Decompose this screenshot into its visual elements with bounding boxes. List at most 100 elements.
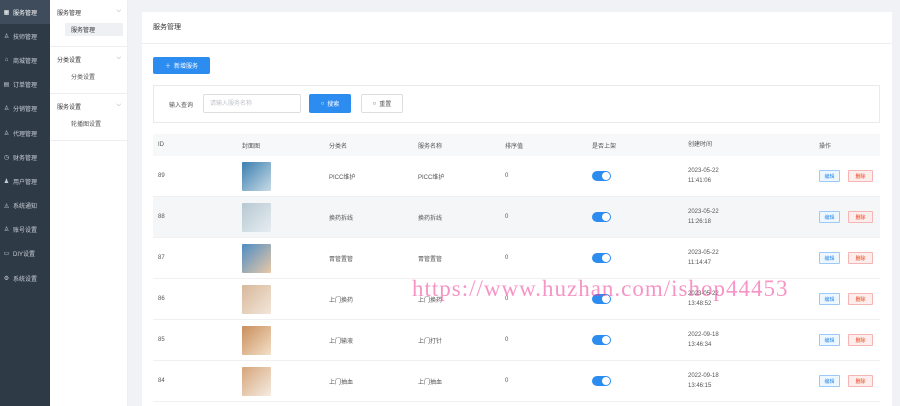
cell-cover (242, 243, 329, 273)
created-date: 2022-09-18 (688, 332, 719, 338)
cell-actions: 编辑 删除 (819, 211, 880, 223)
sidebar-item-9[interactable]: ♙ 账号设置 (0, 218, 50, 242)
sidebar-item-3[interactable]: ▤ 订单管理 (0, 73, 50, 97)
created-date: 2023-05-22 (688, 291, 719, 297)
refresh-icon: ○ (372, 100, 377, 107)
cell-on-shelf (592, 253, 688, 263)
search-button[interactable]: ○ 搜索 (309, 94, 351, 113)
submenu-group-settings: 服务设置 ⌵ 轮播图设置 (50, 94, 127, 141)
cell-created: 2023-05-22 13:48:52 (688, 289, 819, 309)
chevron-down-icon: ⌵ (116, 8, 121, 14)
edit-button[interactable]: 编辑 (819, 211, 840, 223)
cell-actions: 编辑 删除 (819, 293, 880, 305)
edit-button[interactable]: 编辑 (819, 170, 840, 182)
table-row: 86 上门换药 上门换药 0 2023-05-22 13:48:52 编辑 删除 (153, 279, 880, 320)
content-panel: ＋ 新增服务 输入查询 ○ 搜索 ○ 重置 ID 封面图 分类名 服务名称 排序… (142, 44, 892, 406)
cell-id: 87 (158, 255, 165, 261)
cell-category: 胃管置管 (329, 256, 354, 263)
cell-sort: 0 (505, 296, 509, 302)
cell-service-name: 上门抽血 (418, 379, 443, 386)
cell-category: PICC维护 (329, 174, 356, 181)
created-date: 2023-05-22 (688, 168, 719, 174)
add-service-button[interactable]: ＋ 新增服务 (153, 57, 210, 74)
on-shelf-toggle[interactable] (592, 376, 611, 386)
sidebar-item-6[interactable]: ◷ 财务管理 (0, 145, 50, 169)
grid-icon: ▦ (3, 9, 10, 16)
delete-button[interactable]: 删除 (848, 211, 873, 223)
cell-actions: 编辑 删除 (819, 170, 880, 182)
sidebar-item-label: 系统通知 (13, 204, 38, 211)
created-date: 2022-09-18 (688, 373, 719, 379)
edit-button[interactable]: 编辑 (819, 334, 840, 346)
on-shelf-toggle[interactable] (592, 171, 611, 181)
cell-service-name: 换药拆线 (418, 215, 443, 222)
submenu-group-header[interactable]: 服务设置 ⌵ (57, 102, 121, 111)
edit-button[interactable]: 编辑 (819, 252, 840, 264)
account-icon: ♙ (3, 227, 10, 234)
submenu-item-banner-settings[interactable]: 轮播图设置 (65, 117, 107, 130)
sidebar-item-label: 系统设置 (13, 276, 38, 283)
submenu-group-title: 服务管理 (57, 11, 82, 17)
chevron-down-icon: ⌵ (116, 55, 121, 61)
edit-button[interactable]: 编辑 (819, 293, 840, 305)
column-header-id: ID (158, 142, 164, 148)
sidebar-item-label: 账号设置 (13, 228, 38, 235)
search-icon: ○ (320, 100, 325, 107)
column-header-sort: 排序值 (505, 143, 524, 150)
cell-created: 2023-05-22 11:14:47 (688, 248, 819, 268)
sidebar-item-label: 代理管理 (13, 131, 38, 138)
cell-created: 2022-09-18 13:46:34 (688, 330, 819, 350)
cell-sort: 0 (505, 337, 509, 343)
sidebar-item-4[interactable]: ♙ 分销管理 (0, 97, 50, 121)
reset-button[interactable]: ○ 重置 (361, 94, 403, 113)
edit-button[interactable]: 编辑 (819, 375, 840, 387)
on-shelf-toggle[interactable] (592, 294, 611, 304)
sidebar-item-1[interactable]: ♙ 技师管理 (0, 24, 50, 48)
submenu-item-category-settings[interactable]: 分类设置 (65, 70, 101, 83)
table-row: 85 上门输液 上门打针 0 2022-09-18 13:46:34 编辑 删除 (153, 320, 880, 361)
cell-on-shelf (592, 335, 688, 345)
page-header: 服务管理 (142, 12, 892, 44)
sidebar-item-2[interactable]: ⌂ 商城管理 (0, 48, 50, 72)
shop-icon: ⌂ (4, 57, 9, 64)
created-date: 2023-05-22 (688, 209, 719, 215)
submenu-group-header[interactable]: 分类设置 ⌵ (57, 55, 121, 64)
sidebar-item-label: 分销管理 (13, 107, 38, 114)
sidebar-item-0[interactable]: ▦ 服务管理 (0, 0, 50, 25)
sidebar-item-7[interactable]: ♟ 用户管理 (0, 169, 50, 193)
cell-service-name: 上门打针 (418, 338, 443, 345)
diy-icon: ▭ (3, 251, 10, 258)
sidebar-item-label: 财务管理 (13, 155, 38, 162)
column-header-category: 分类名 (329, 143, 348, 150)
table-row: 88 换药拆线 换药拆线 0 2023-05-22 11:26:18 编辑 删除 (153, 197, 880, 238)
submenu-group-service: 服务管理 ⌵ 服务管理 (50, 0, 127, 47)
delete-button[interactable]: 删除 (848, 334, 873, 346)
delete-button[interactable]: 删除 (848, 252, 873, 264)
delete-button[interactable]: 删除 (848, 170, 873, 182)
delete-button[interactable]: 删除 (848, 293, 873, 305)
search-input[interactable] (203, 94, 301, 113)
table-row: 84 上门抽血 上门抽血 0 2022-09-18 13:46:15 编辑 删除 (153, 361, 880, 402)
column-header-cover: 封面图 (242, 143, 261, 150)
search-panel: 输入查询 ○ 搜索 ○ 重置 (153, 85, 880, 123)
submenu-group-header[interactable]: 服务管理 ⌵ (57, 8, 121, 17)
search-label: 输入查询 (169, 103, 194, 109)
sidebar-item-10[interactable]: ▭ DIY设置 (0, 242, 50, 266)
sidebar-item-label: 用户管理 (13, 179, 38, 186)
created-time: 13:46:15 (688, 383, 712, 389)
cover-thumbnail (242, 161, 271, 191)
on-shelf-toggle[interactable] (592, 212, 611, 222)
cell-created: 2023-05-22 11:41:06 (688, 166, 819, 186)
cell-id: 86 (158, 296, 165, 302)
sidebar-item-8[interactable]: ◬ 系统通知 (0, 194, 50, 218)
table-row: 89 PICC维护 PICC维护 0 2023-05-22 11:41:06 编辑 删除 (153, 156, 880, 197)
created-time: 13:46:34 (688, 342, 712, 348)
on-shelf-toggle[interactable] (592, 335, 611, 345)
submenu-item-service-manage[interactable]: 服务管理 (65, 23, 123, 36)
delete-button[interactable]: 删除 (848, 375, 873, 387)
sidebar-item-11[interactable]: ⚙ 系统设置 (0, 266, 50, 290)
document-icon: ▤ (3, 82, 10, 89)
sidebar-item-5[interactable]: ♙ 代理管理 (0, 121, 50, 145)
table-row: 87 胃管置管 胃管置管 0 2023-05-22 11:14:47 编辑 删除 (153, 238, 880, 279)
on-shelf-toggle[interactable] (592, 253, 611, 263)
